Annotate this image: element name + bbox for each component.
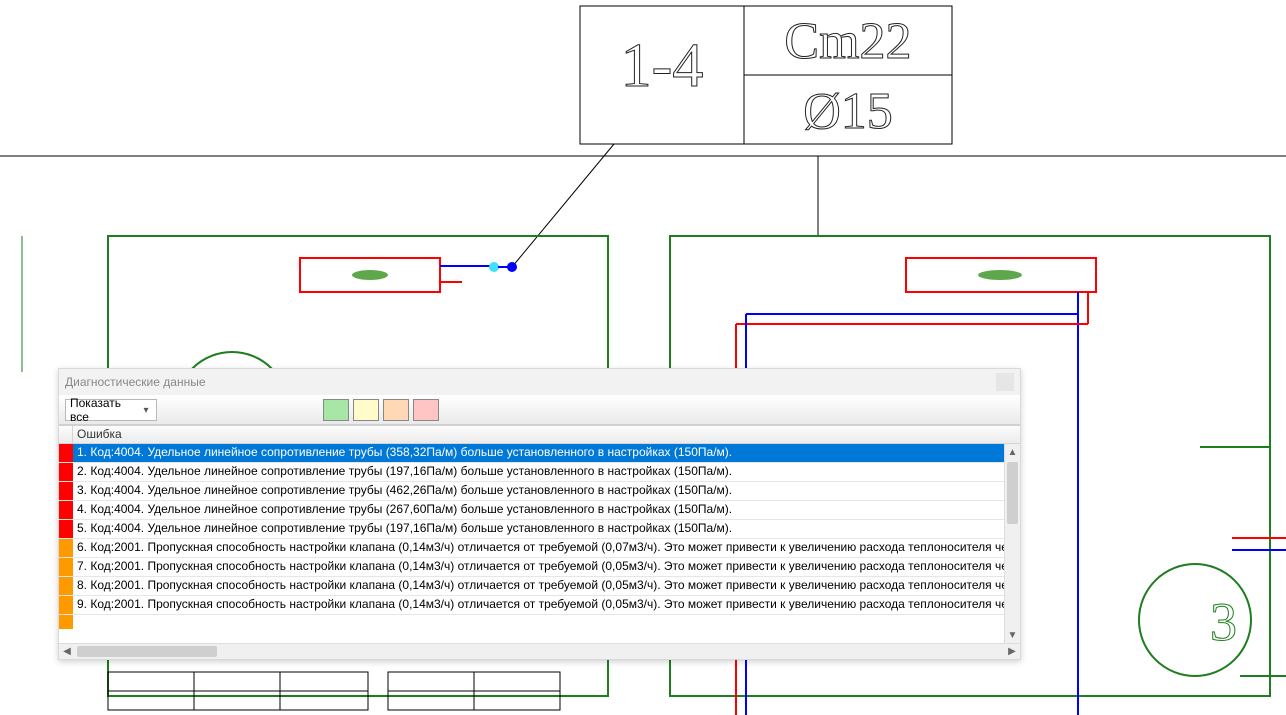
- severity-cell: [59, 482, 73, 500]
- table-row[interactable]: 5. Код:4004. Удельное линейное сопротивл…: [59, 520, 1004, 539]
- table-row[interactable]: 3. Код:4004. Удельное линейное сопротивл…: [59, 482, 1004, 501]
- severity-cell: [59, 615, 73, 629]
- diagnostics-toolbar: Показать все ▾: [59, 395, 1020, 425]
- grid-header: Ошибка: [59, 426, 1020, 444]
- diagnostics-window[interactable]: Диагностические данные × Показать все ▾ …: [58, 368, 1021, 660]
- legend-swatch-orange[interactable]: [383, 399, 409, 421]
- error-text: [73, 615, 1004, 629]
- error-text: 4. Код:4004. Удельное линейное сопротивл…: [73, 501, 1004, 519]
- svg-text:3: 3: [1210, 592, 1237, 652]
- error-text: 3. Код:4004. Удельное линейное сопротивл…: [73, 482, 1004, 500]
- close-icon[interactable]: ×: [996, 373, 1014, 391]
- legend-swatch-yellow[interactable]: [353, 399, 379, 421]
- callout-right-top: Cm22: [784, 13, 911, 70]
- callout-left: 1-4: [621, 32, 704, 100]
- filter-select[interactable]: Показать все ▾: [65, 399, 157, 421]
- scroll-right-icon[interactable]: ▶: [1004, 644, 1020, 659]
- error-text: 6. Код:2001. Пропускная способность наст…: [73, 539, 1004, 557]
- filter-select-value: Показать все: [70, 396, 138, 424]
- legend-swatch-green[interactable]: [323, 399, 349, 421]
- scroll-thumb[interactable]: [1007, 462, 1018, 524]
- grid-column-error[interactable]: Ошибка: [73, 426, 1020, 443]
- table-row[interactable]: 9. Код:2001. Пропускная способность наст…: [59, 596, 1004, 615]
- severity-cell: [59, 463, 73, 481]
- error-text: 2. Код:4004. Удельное линейное сопротивл…: [73, 463, 1004, 481]
- diagnostics-title: Диагностические данные: [65, 375, 996, 389]
- scroll-left-icon[interactable]: ◀: [59, 644, 75, 659]
- table-row[interactable]: 1. Код:4004. Удельное линейное сопротивл…: [59, 444, 1004, 463]
- error-text: 8. Код:2001. Пропускная способность наст…: [73, 577, 1004, 595]
- diagnostics-titlebar[interactable]: Диагностические данные ×: [59, 369, 1020, 395]
- scroll-down-icon[interactable]: ▼: [1005, 627, 1020, 643]
- severity-cell: [59, 444, 73, 462]
- severity-cell: [59, 520, 73, 538]
- error-text: 7. Код:2001. Пропускная способность наст…: [73, 558, 1004, 576]
- hscroll-thumb[interactable]: [77, 646, 217, 657]
- table-row[interactable]: 7. Код:2001. Пропускная способность наст…: [59, 558, 1004, 577]
- diagnostics-grid: Ошибка 1. Код:4004. Удельное линейное со…: [59, 425, 1020, 659]
- severity-cell: [59, 596, 73, 614]
- vertical-scrollbar[interactable]: ▲ ▼: [1004, 444, 1020, 643]
- error-text: 1. Код:4004. Удельное линейное сопротивл…: [73, 444, 1004, 462]
- table-row[interactable]: [59, 615, 1004, 629]
- severity-legend: [323, 399, 439, 421]
- severity-cell: [59, 539, 73, 557]
- chevron-down-icon: ▾: [139, 403, 153, 417]
- table-row[interactable]: 2. Код:4004. Удельное линейное сопротивл…: [59, 463, 1004, 482]
- severity-cell: [59, 558, 73, 576]
- error-text: 9. Код:2001. Пропускная способность наст…: [73, 596, 1004, 614]
- scroll-up-icon[interactable]: ▲: [1005, 444, 1020, 460]
- error-text: 5. Код:4004. Удельное линейное сопротивл…: [73, 520, 1004, 538]
- table-row[interactable]: 4. Код:4004. Удельное линейное сопротивл…: [59, 501, 1004, 520]
- table-row[interactable]: 6. Код:2001. Пропускная способность наст…: [59, 539, 1004, 558]
- horizontal-scrollbar[interactable]: ◀ ▶: [59, 643, 1020, 659]
- callout-right-bottom: Ø15: [803, 83, 893, 140]
- legend-swatch-pink[interactable]: [413, 399, 439, 421]
- table-row[interactable]: 8. Код:2001. Пропускная способность наст…: [59, 577, 1004, 596]
- severity-cell: [59, 577, 73, 595]
- severity-cell: [59, 501, 73, 519]
